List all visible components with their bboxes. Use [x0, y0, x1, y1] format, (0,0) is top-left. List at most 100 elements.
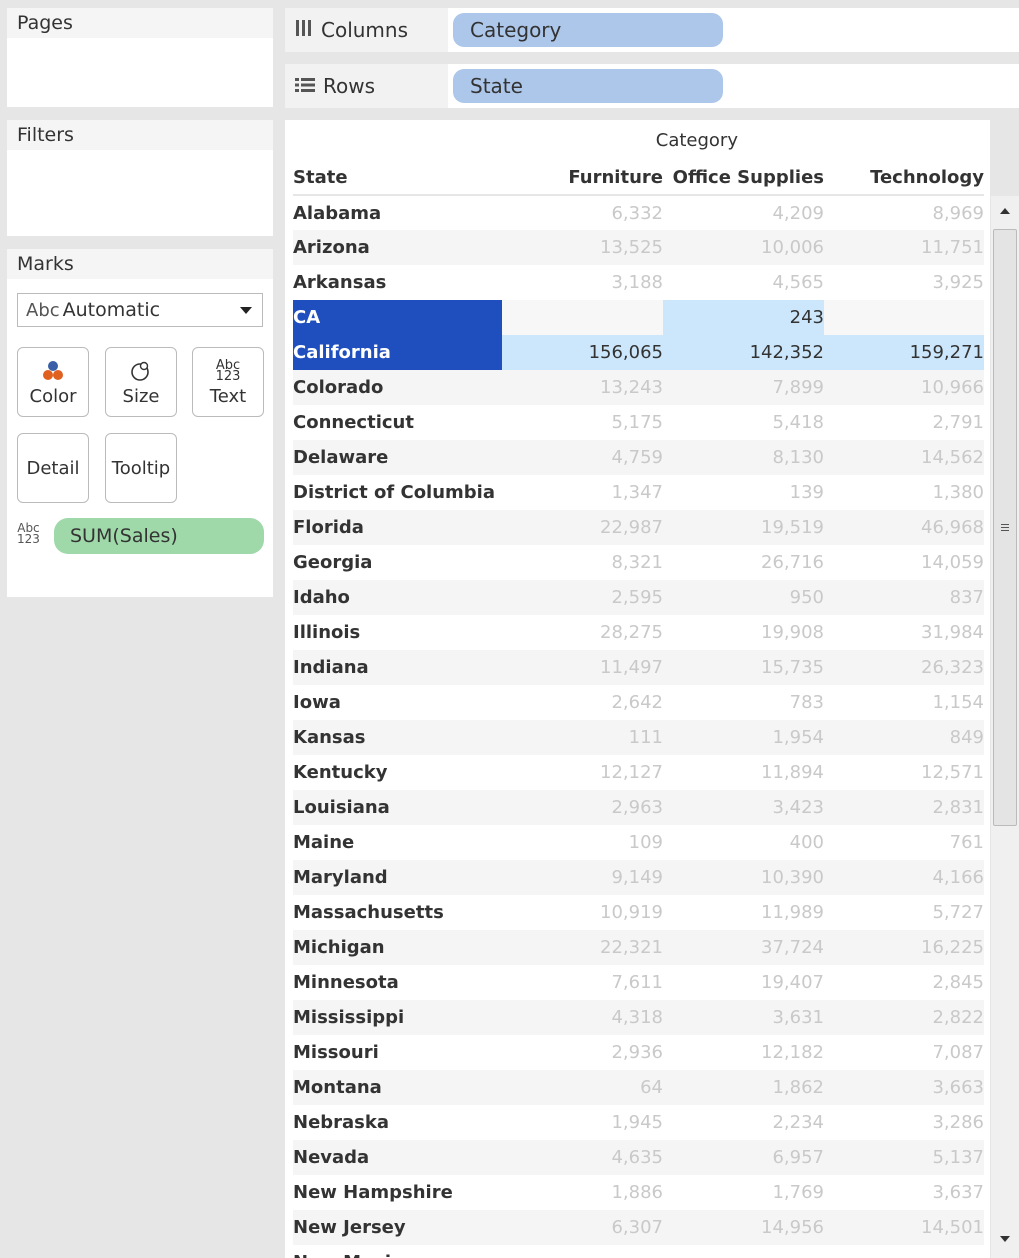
technology-cell[interactable]: 16,225	[824, 930, 984, 965]
office-supplies-cell[interactable]: 12,182	[663, 1035, 824, 1070]
technology-cell[interactable]: 849	[824, 720, 984, 755]
table-row[interactable]: Louisiana 2,963 3,423 2,831	[293, 790, 984, 825]
technology-cell[interactable]: 1,380	[824, 475, 984, 510]
tooltip-button[interactable]: Tooltip	[105, 433, 177, 503]
technology-cell[interactable]: 14,059	[824, 545, 984, 580]
state-cell[interactable]: Indiana	[293, 650, 502, 685]
office-supplies-cell[interactable]: 3,423	[663, 790, 824, 825]
table-row[interactable]: Kansas 111 1,954 849	[293, 720, 984, 755]
state-cell[interactable]: Nebraska	[293, 1105, 502, 1140]
furniture-cell[interactable]	[502, 300, 663, 335]
state-cell[interactable]: CA	[293, 300, 502, 335]
office-supplies-cell[interactable]: 10,390	[663, 860, 824, 895]
technology-cell[interactable]: 2,822	[824, 1000, 984, 1035]
furniture-cell[interactable]: 22,987	[502, 510, 663, 545]
state-cell[interactable]: Georgia	[293, 545, 502, 580]
office-supplies-cell[interactable]: 26,716	[663, 545, 824, 580]
office-supplies-cell[interactable]: 5,418	[663, 405, 824, 440]
office-supplies-cell[interactable]: 19,908	[663, 615, 824, 650]
office-supplies-cell[interactable]: 37,724	[663, 930, 824, 965]
furniture-cell[interactable]: 111	[502, 720, 663, 755]
furniture-cell[interactable]: 9,149	[502, 860, 663, 895]
table-row[interactable]: Idaho 2,595 950 837	[293, 580, 984, 615]
state-column-header[interactable]: State	[293, 160, 502, 196]
vertical-scrollbar[interactable]	[991, 196, 1019, 1258]
technology-cell[interactable]: 31,984	[824, 615, 984, 650]
table-row[interactable]: Montana 64 1,862 3,663	[293, 1070, 984, 1105]
sum-sales-pill[interactable]: SUM(Sales)	[54, 518, 264, 554]
technology-cell[interactable]: 5,137	[824, 1140, 984, 1175]
table-row[interactable]: Alabama 6,332 4,209 8,969	[293, 195, 984, 230]
table-row[interactable]: Massachusetts 10,919 11,989 5,727	[293, 895, 984, 930]
furniture-cell[interactable]: 12,127	[502, 755, 663, 790]
table-row[interactable]: Delaware 4,759 8,130 14,562	[293, 440, 984, 475]
view-area[interactable]: Category State Furniture Office Supplies…	[285, 120, 990, 1258]
table-row[interactable]: Arkansas 3,188 4,565 3,925	[293, 265, 984, 300]
state-cell[interactable]: Arizona	[293, 230, 502, 265]
state-cell[interactable]: Missouri	[293, 1035, 502, 1070]
state-cell[interactable]: Alabama	[293, 195, 502, 230]
color-button[interactable]: Color	[17, 347, 89, 417]
technology-cell[interactable]: 837	[824, 580, 984, 615]
table-row[interactable]: Nevada 4,635 6,957 5,137	[293, 1140, 984, 1175]
furniture-cell[interactable]: 2,963	[502, 790, 663, 825]
office-supplies-cell[interactable]: 783	[663, 685, 824, 720]
table-row[interactable]: Missouri 2,936 12,182 7,087	[293, 1035, 984, 1070]
office-supplies-cell[interactable]: 3,631	[663, 1000, 824, 1035]
state-cell[interactable]: District of Columbia	[293, 475, 502, 510]
scroll-down-icon[interactable]	[1000, 1236, 1010, 1242]
office-supplies-cell[interactable]: 400	[663, 825, 824, 860]
technology-cell[interactable]: 3,637	[824, 1175, 984, 1210]
technology-cell[interactable]: 3,286	[824, 1105, 984, 1140]
technology-cell[interactable]: 2,791	[824, 405, 984, 440]
table-row[interactable]: New Mexico	[293, 1245, 984, 1258]
state-cell[interactable]: California	[293, 335, 502, 370]
office-supplies-cell[interactable]: 4,209	[663, 195, 824, 230]
office-supplies-column-header[interactable]: Office Supplies	[663, 160, 824, 196]
technology-cell[interactable]: 4,166	[824, 860, 984, 895]
office-supplies-cell[interactable]: 1,769	[663, 1175, 824, 1210]
furniture-cell[interactable]: 7,611	[502, 965, 663, 1000]
table-row[interactable]: Minnesota 7,611 19,407 2,845	[293, 965, 984, 1000]
furniture-cell[interactable]: 2,936	[502, 1035, 663, 1070]
state-cell[interactable]: Connecticut	[293, 405, 502, 440]
office-supplies-cell[interactable]: 950	[663, 580, 824, 615]
table-row[interactable]: Maryland 9,149 10,390 4,166	[293, 860, 984, 895]
technology-cell[interactable]: 3,663	[824, 1070, 984, 1105]
table-row[interactable]: Colorado 13,243 7,899 10,966	[293, 370, 984, 405]
technology-cell[interactable]: 1,154	[824, 685, 984, 720]
furniture-column-header[interactable]: Furniture	[502, 160, 663, 196]
technology-cell[interactable]: 2,831	[824, 790, 984, 825]
state-cell[interactable]: Nevada	[293, 1140, 502, 1175]
office-supplies-cell[interactable]: 11,989	[663, 895, 824, 930]
table-row[interactable]: Nebraska 1,945 2,234 3,286	[293, 1105, 984, 1140]
table-row[interactable]: Iowa 2,642 783 1,154	[293, 685, 984, 720]
state-cell[interactable]: Kansas	[293, 720, 502, 755]
state-cell[interactable]: Minnesota	[293, 965, 502, 1000]
state-cell[interactable]: Montana	[293, 1070, 502, 1105]
furniture-cell[interactable]: 4,759	[502, 440, 663, 475]
state-cell[interactable]: New Mexico	[293, 1245, 502, 1258]
table-row[interactable]: Maine 109 400 761	[293, 825, 984, 860]
furniture-cell[interactable]: 1,347	[502, 475, 663, 510]
office-supplies-cell[interactable]: 8,130	[663, 440, 824, 475]
office-supplies-cell[interactable]: 10,006	[663, 230, 824, 265]
furniture-cell[interactable]: 2,642	[502, 685, 663, 720]
technology-cell[interactable]	[824, 1245, 984, 1258]
office-supplies-cell[interactable]: 6,957	[663, 1140, 824, 1175]
furniture-cell[interactable]: 1,945	[502, 1105, 663, 1140]
table-row[interactable]: Indiana 11,497 15,735 26,323	[293, 650, 984, 685]
columns-shelf[interactable]: Columns Category	[285, 8, 1019, 52]
furniture-cell[interactable]: 8,321	[502, 545, 663, 580]
furniture-cell[interactable]: 13,525	[502, 230, 663, 265]
scrollbar-thumb[interactable]	[993, 229, 1017, 826]
furniture-cell[interactable]: 6,332	[502, 195, 663, 230]
technology-cell[interactable]	[824, 300, 984, 335]
detail-button[interactable]: Detail	[17, 433, 89, 503]
table-row[interactable]: District of Columbia 1,347 139 1,380	[293, 475, 984, 510]
state-cell[interactable]: Illinois	[293, 615, 502, 650]
table-row[interactable]: New Jersey 6,307 14,956 14,501	[293, 1210, 984, 1245]
state-pill[interactable]: State	[453, 69, 723, 103]
state-cell[interactable]: Mississippi	[293, 1000, 502, 1035]
mark-type-dropdown[interactable]: Abc Automatic	[17, 293, 263, 327]
